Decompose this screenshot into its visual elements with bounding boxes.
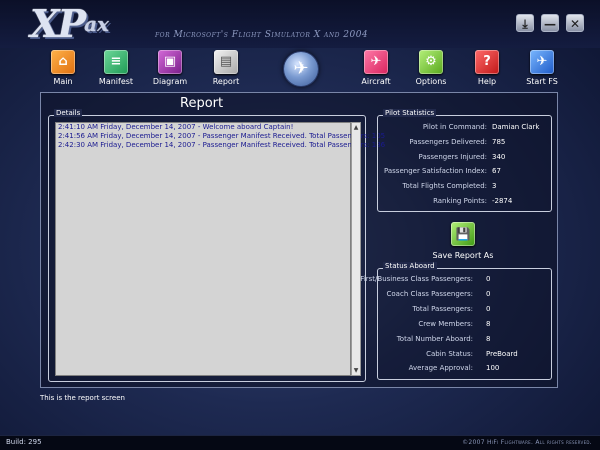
- logo-suffix: ax: [84, 12, 109, 36]
- screen-hint: This is the report screen: [40, 394, 125, 402]
- stat-value: 3: [492, 182, 497, 190]
- stat-value: 785: [492, 138, 506, 146]
- save-report-label[interactable]: Save Report As: [430, 251, 496, 260]
- build-number: Build: 295: [6, 438, 42, 446]
- nav-help-label: Help: [477, 77, 497, 86]
- status-value: 100: [486, 364, 500, 372]
- nav-manifest-label: Manifest: [98, 77, 134, 86]
- nav-report-label: Report: [212, 77, 240, 86]
- stat-value: -2874: [492, 197, 513, 205]
- status-label: Total Number Aboard:: [396, 335, 473, 343]
- report-icon: ▤: [214, 50, 238, 74]
- status-value: 0: [486, 305, 491, 313]
- status-value: 0: [486, 290, 491, 298]
- nav-help-button[interactable]: ? Help: [462, 50, 512, 92]
- status-value: 8: [486, 335, 491, 343]
- help-icon: ?: [475, 50, 499, 74]
- status-label: First/Business Class Passengers:: [360, 275, 473, 283]
- details-label: Details: [54, 109, 83, 117]
- status-row: Coach Class Passengers: 0: [378, 290, 553, 300]
- stat-value: 340: [492, 153, 506, 161]
- report-log[interactable]: 2:41:10 AM Friday, December 14, 2007 - W…: [55, 122, 386, 376]
- scroll-up-arrow-icon[interactable]: ▲: [352, 123, 360, 132]
- diagram-icon: ▣: [158, 50, 182, 74]
- stat-label: Passenger Satisfaction Index:: [383, 167, 487, 175]
- xpax-window: XPax for Microsoft's Flight Simulator X …: [0, 0, 600, 450]
- app-tagline: for Microsoft's Flight Simulator X and 2…: [155, 30, 369, 40]
- details-group: Details 2:41:10 AM Friday, December 14, …: [48, 109, 386, 382]
- status-label: Average Approval:: [408, 364, 473, 372]
- stat-row: Total Flights Completed: 3: [378, 182, 553, 192]
- app-logo: XPax: [30, 5, 109, 43]
- nav-start-fs-label: Start FS: [526, 77, 558, 86]
- stat-label: Passengers Injured:: [418, 153, 487, 161]
- status-label: Total Passengers:: [412, 305, 473, 313]
- status-value: 8: [486, 320, 491, 328]
- stat-label: Total Flights Completed:: [402, 182, 487, 190]
- nav-main-button[interactable]: ⌂ Main: [38, 50, 88, 92]
- copyright-text: ©2007 HiFi Flightware. All rights reserv…: [462, 439, 592, 446]
- stat-row: Passenger Satisfaction Index: 67: [378, 167, 553, 177]
- nav-options-label: Options: [415, 77, 447, 86]
- minimize-button[interactable]: —: [541, 14, 559, 32]
- title-bar: XPax for Microsoft's Flight Simulator X …: [0, 0, 600, 48]
- footer-bar: Build: 295 ©2007 HiFi Flightware. All ri…: [0, 435, 600, 450]
- stat-label: Pilot in Command:: [422, 123, 487, 131]
- nav-aircraft-button[interactable]: ✈ Aircraft: [351, 50, 401, 92]
- nav-diagram-button[interactable]: ▣ Diagram: [145, 50, 195, 92]
- status-label: Crew Members:: [418, 320, 473, 328]
- status-row: Crew Members: 8: [378, 320, 553, 330]
- stat-label: Ranking Points:: [433, 197, 487, 205]
- logo-text: XP: [30, 1, 86, 46]
- status-row: Total Number Aboard: 8: [378, 335, 553, 345]
- nav-options-button[interactable]: ⚙ Options: [406, 50, 456, 92]
- stat-row: Passengers Injured: 340: [378, 153, 553, 163]
- plane-icon: ✈: [530, 50, 554, 74]
- stat-label: Passengers Delivered:: [409, 138, 487, 146]
- status-value: PreBoard: [486, 350, 518, 358]
- globe-plane-icon: ✈: [284, 52, 318, 86]
- status-aboard-label: Status Aboard: [383, 262, 437, 270]
- log-entry: 2:42:30 AM Friday, December 14, 2007 - P…: [58, 141, 386, 149]
- stat-value: 67: [492, 167, 501, 175]
- status-value: 0: [486, 275, 491, 283]
- status-row: Average Approval: 100: [378, 364, 553, 374]
- page-title: Report: [180, 96, 224, 111]
- nav-main-label: Main: [53, 77, 73, 86]
- options-icon: ⚙: [419, 50, 443, 74]
- nav-diagram-label: Diagram: [152, 77, 188, 86]
- log-entry: 2:41:10 AM Friday, December 14, 2007 - W…: [58, 123, 294, 131]
- stat-row: Ranking Points: -2874: [378, 197, 553, 207]
- aircraft-icon: ✈: [364, 50, 388, 74]
- save-report-button[interactable]: 💾: [451, 222, 475, 246]
- scroll-down-arrow-icon[interactable]: ▼: [352, 366, 360, 375]
- nav-start-fs-button[interactable]: ✈ Start FS: [517, 50, 567, 92]
- status-row: Cabin Status: PreBoard: [378, 350, 553, 360]
- stat-row: Pilot in Command: Damian Clark: [378, 123, 553, 133]
- status-aboard-group: Status Aboard First/Business Class Passe…: [360, 262, 553, 380]
- log-scrollbar[interactable]: ▲ ▼: [351, 122, 361, 376]
- nav-report-button[interactable]: ▤ Report: [201, 50, 251, 92]
- status-label: Cabin Status:: [426, 350, 473, 358]
- main-icon: ⌂: [51, 50, 75, 74]
- pilot-statistics-group: Pilot Statistics Pilot in Command: Damian…: [377, 109, 553, 212]
- stat-row: Passengers Delivered: 785: [378, 138, 553, 148]
- log-entry: 2:41:56 AM Friday, December 14, 2007 - P…: [58, 132, 386, 140]
- pilot-statistics-label: Pilot Statistics: [383, 109, 437, 117]
- nav-manifest-button[interactable]: ≡ Manifest: [91, 50, 141, 92]
- nav-aircraft-label: Aircraft: [361, 77, 391, 86]
- manifest-icon: ≡: [104, 50, 128, 74]
- status-label: Coach Class Passengers:: [386, 290, 473, 298]
- stat-value: Damian Clark: [492, 123, 540, 131]
- download-button[interactable]: ⤓: [516, 14, 534, 32]
- status-row: First/Business Class Passengers: 0: [360, 275, 553, 285]
- close-button[interactable]: ✕: [566, 14, 584, 32]
- status-row: Total Passengers: 0: [378, 305, 553, 315]
